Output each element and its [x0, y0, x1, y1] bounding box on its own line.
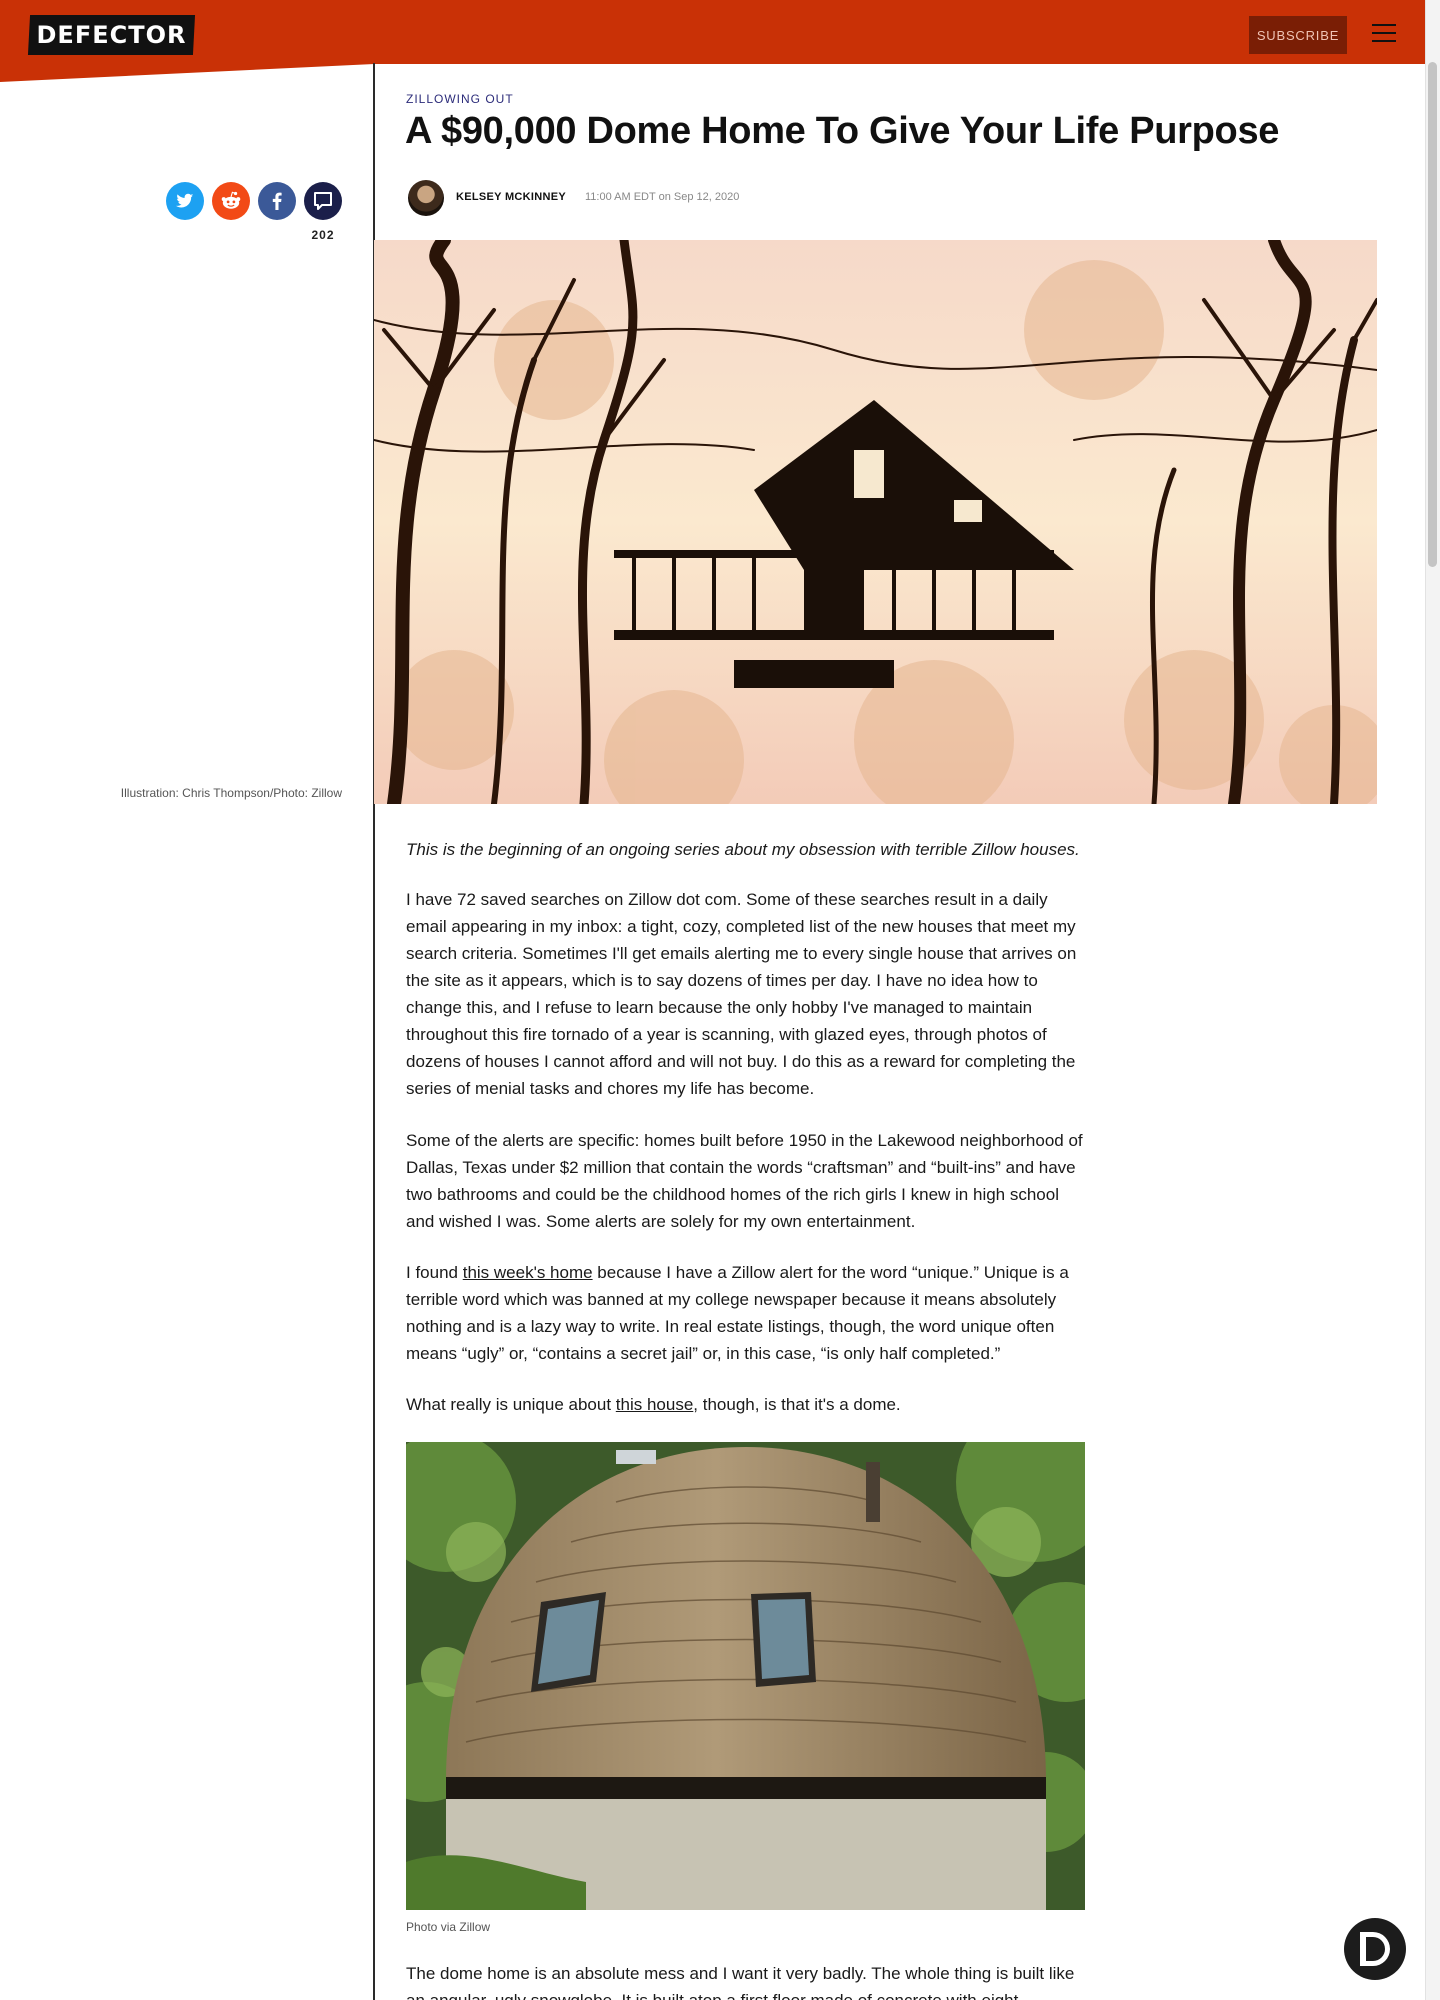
series-intro: This is the beginning of an ongoing seri… — [406, 840, 1080, 859]
dome-home-photo — [406, 1442, 1085, 1910]
publish-date: 11:00 AM EDT on Sep 12, 2020 — [585, 191, 740, 203]
paragraph-5: The dome home is an absolute mess and I … — [406, 1964, 1075, 2000]
comments-button[interactable] — [304, 182, 342, 220]
reddit-share-button[interactable] — [212, 182, 250, 220]
comment-count: 202 — [311, 228, 335, 242]
paragraph-2: Some of the alerts are specific: homes b… — [406, 1131, 1083, 1231]
paragraph-3: I found this week's home because I have … — [406, 1263, 1069, 1363]
site-header: DEFECTOR SUBSCRIBE — [0, 0, 1425, 64]
comment-icon — [314, 192, 332, 210]
d-logo-icon — [1360, 1932, 1390, 1966]
paragraph-1: I have 72 saved searches on Zillow dot c… — [406, 890, 1077, 1098]
hamburger-icon[interactable] — [1370, 24, 1398, 46]
defector-d-badge[interactable] — [1344, 1918, 1406, 1980]
article-title: A $90,000 Dome Home To Give Your Life Pu… — [405, 110, 1280, 152]
paragraph-4: What really is unique about this house, … — [406, 1395, 901, 1414]
twitter-share-button[interactable] — [166, 182, 204, 220]
author-avatar[interactable] — [408, 180, 444, 216]
scrollbar-thumb[interactable] — [1428, 62, 1437, 567]
facebook-icon — [272, 192, 282, 210]
facebook-share-button[interactable] — [258, 182, 296, 220]
photo-caption: Photo via Zillow — [406, 1920, 491, 1934]
hero-image-credit: Illustration: Chris Thompson/Photo: Zill… — [120, 786, 342, 800]
this-weeks-home-link[interactable]: this week's home — [463, 1263, 593, 1282]
header-notch-shape — [0, 63, 374, 82]
author-name[interactable]: KELSEY MCKINNEY — [456, 191, 566, 203]
hero-illustration — [374, 240, 1377, 804]
category-kicker[interactable]: ZILLOWING OUT — [406, 92, 514, 106]
this-house-link[interactable]: this house — [616, 1395, 694, 1414]
reddit-icon — [221, 191, 241, 209]
twitter-icon — [176, 193, 194, 208]
logo-text: DEFECTOR — [36, 21, 187, 49]
defector-logo[interactable]: DEFECTOR — [27, 15, 196, 55]
subscribe-button[interactable]: SUBSCRIBE — [1249, 16, 1347, 54]
